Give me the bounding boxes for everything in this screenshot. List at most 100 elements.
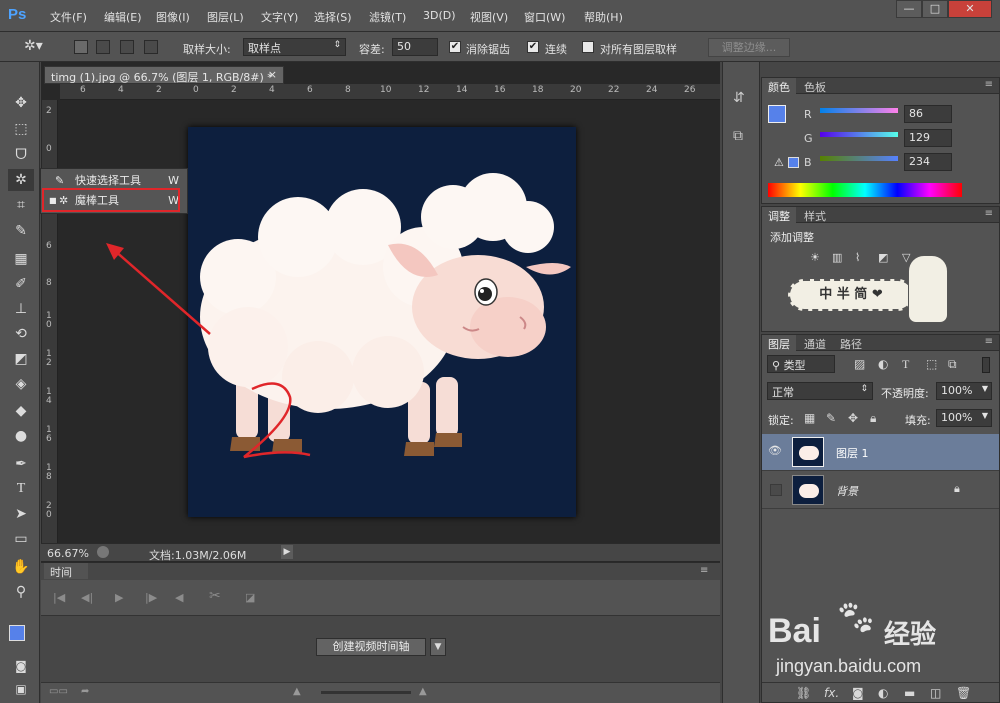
eye-icon[interactable]: 👁︎ <box>768 444 782 457</box>
blue-value-input[interactable]: 234 <box>904 153 952 171</box>
path-selection-icon[interactable]: ➤ <box>8 503 34 525</box>
scissors-icon[interactable]: ✂ <box>209 588 221 604</box>
first-frame-icon[interactable]: |◀ <box>53 591 65 604</box>
eraser-tool-icon[interactable]: ◩ <box>8 348 34 370</box>
hand-tool-icon[interactable]: ✋ <box>8 556 34 578</box>
menu-window[interactable]: 窗口(W) <box>524 9 565 25</box>
3d-panel-icon[interactable]: ⧉ <box>733 128 743 144</box>
filter-shape-icon[interactable]: ⬚ <box>926 357 937 371</box>
magic-wand-icon[interactable]: ✲▾ <box>24 38 43 54</box>
tab-channels[interactable]: 通道 <box>798 335 832 351</box>
restore-button[interactable]: □ <box>922 0 948 18</box>
blend-mode-select[interactable]: 正常 ⇕ <box>767 382 873 400</box>
menu-3d[interactable]: 3D(D) <box>423 9 456 22</box>
filter-type-icon[interactable]: T <box>902 357 909 372</box>
dodge-tool-icon[interactable]: ● <box>8 425 34 447</box>
tolerance-input[interactable]: 50 <box>392 38 438 56</box>
next-frame-icon[interactable]: |▶ <box>145 591 157 604</box>
zoom-out-icon[interactable]: ▲ <box>293 686 301 697</box>
new-adjustment-icon[interactable]: ◐ <box>878 686 888 700</box>
zoom-level[interactable]: 66.67% <box>47 547 89 560</box>
green-value-input[interactable]: 129 <box>904 129 952 147</box>
tab-swatches[interactable]: 色板 <box>798 78 832 94</box>
red-slider[interactable] <box>820 108 898 113</box>
transition-icon[interactable]: ◪ <box>245 591 255 604</box>
menu-type[interactable]: 文字(Y) <box>261 9 298 25</box>
healing-brush-icon[interactable]: ▦ <box>8 248 34 270</box>
lock-all-icon[interactable]: 🔒︎ <box>870 411 876 426</box>
filter-smart-icon[interactable]: ⧉ <box>948 357 957 372</box>
curves-icon[interactable]: ⌇ <box>855 251 860 264</box>
panel-menu-icon[interactable]: ≡ <box>700 565 708 576</box>
tab-color[interactable]: 颜色 <box>762 78 796 94</box>
panel-menu-icon[interactable]: ≡ <box>985 336 993 347</box>
image-canvas[interactable] <box>188 127 576 517</box>
brush-tool-icon[interactable]: ✐ <box>8 273 34 295</box>
visibility-toggle[interactable] <box>770 484 782 496</box>
foreground-color-swatch[interactable] <box>9 625 25 641</box>
stamp-tool-icon[interactable]: ⊥ <box>8 298 34 320</box>
menu-file[interactable]: 文件(F) <box>50 9 87 25</box>
status-info-icon[interactable] <box>97 546 109 558</box>
blue-slider[interactable] <box>820 156 898 161</box>
type-tool-icon[interactable]: T <box>8 478 34 500</box>
lock-pixels-icon[interactable]: ✎ <box>826 411 836 425</box>
prev-frame-icon[interactable]: ◀| <box>81 591 93 604</box>
chevron-down-icon[interactable]: ▼ <box>430 638 446 656</box>
tab-styles[interactable]: 样式 <box>798 207 832 223</box>
layer-row-background[interactable]: 背景 🔒︎ <box>762 472 999 509</box>
menu-image[interactable]: 图像(I) <box>156 9 190 25</box>
screen-mode-icon[interactable]: ▣ <box>8 678 34 700</box>
green-slider[interactable] <box>820 132 898 137</box>
play-icon[interactable]: ▶ <box>115 591 123 604</box>
levels-icon[interactable]: ▥ <box>832 251 842 264</box>
eyedropper-tool-icon[interactable]: ✎ <box>8 220 34 242</box>
crop-tool-icon[interactable]: ⌗ <box>8 194 34 216</box>
menu-help[interactable]: 帮助(H) <box>584 9 623 25</box>
foreground-color-swatch[interactable] <box>768 105 786 123</box>
color-spectrum-bar[interactable] <box>768 183 962 197</box>
antialias-checkbox[interactable]: ✔ <box>449 41 461 53</box>
sample-all-checkbox[interactable] <box>582 41 594 53</box>
lock-transparency-icon[interactable]: ▦ <box>804 411 815 425</box>
add-selection-icon[interactable] <box>96 40 110 54</box>
magic-wand-tool-icon[interactable]: ✲ <box>8 169 34 191</box>
convert-icon[interactable]: ➦ <box>81 686 89 697</box>
lock-position-icon[interactable]: ✥ <box>848 411 858 425</box>
timeline-tab[interactable]: 时间轴 <box>44 563 88 595</box>
sample-size-select[interactable]: 取样点 ⇕ <box>243 38 346 56</box>
audio-icon[interactable]: ◀ <box>175 591 183 604</box>
exposure-icon[interactable]: ◩ <box>878 251 888 264</box>
document-tab[interactable]: timg (1).jpg @ 66.7% (图层 1, RGB/8#) * × <box>44 66 284 84</box>
fill-input[interactable]: 100% ▼ <box>936 409 992 427</box>
tab-adjustments[interactable]: 调整 <box>762 207 796 223</box>
minimize-button[interactable]: — <box>896 0 922 18</box>
red-value-input[interactable]: 86 <box>904 105 952 123</box>
filter-toggle-switch[interactable] <box>982 357 990 373</box>
new-group-icon[interactable]: ▬ <box>904 686 915 700</box>
rectangle-tool-icon[interactable]: ▭ <box>8 528 34 550</box>
create-video-timeline-button[interactable]: 创建视频时间轴 <box>316 638 426 656</box>
marquee-tool-icon[interactable]: ⬚ <box>8 118 34 140</box>
menu-layer[interactable]: 图层(L) <box>207 9 244 25</box>
lasso-tool-icon[interactable]: ᗜ <box>8 144 34 166</box>
add-mask-icon[interactable]: ◙ <box>852 686 864 700</box>
menu-select[interactable]: 选择(S) <box>314 9 352 25</box>
layer-row-layer1[interactable]: 👁︎ 图层 1 <box>762 434 999 471</box>
quick-mask-icon[interactable]: ◙ <box>8 655 34 677</box>
tab-paths[interactable]: 路径 <box>834 335 868 351</box>
contiguous-checkbox[interactable]: ✔ <box>527 41 539 53</box>
filter-pixel-icon[interactable]: ▨ <box>854 357 865 371</box>
panel-menu-icon[interactable]: ≡ <box>985 208 993 219</box>
link-layers-icon[interactable]: ⛓ <box>796 686 811 700</box>
paint-bucket-icon[interactable]: ◈ <box>8 373 34 395</box>
delete-layer-icon[interactable]: 🗑︎ <box>956 686 971 700</box>
zoom-tool-icon[interactable]: ⚲ <box>8 581 34 603</box>
menu-view[interactable]: 视图(V) <box>470 9 508 25</box>
tab-close-icon[interactable]: × <box>268 68 277 81</box>
panel-menu-icon[interactable]: ≡ <box>985 79 993 90</box>
subtract-selection-icon[interactable] <box>120 40 134 54</box>
web-safe-swatch[interactable] <box>788 157 799 168</box>
menu-filter[interactable]: 滤镜(T) <box>369 9 406 25</box>
history-panel-icon[interactable]: ⇵ <box>733 90 745 106</box>
